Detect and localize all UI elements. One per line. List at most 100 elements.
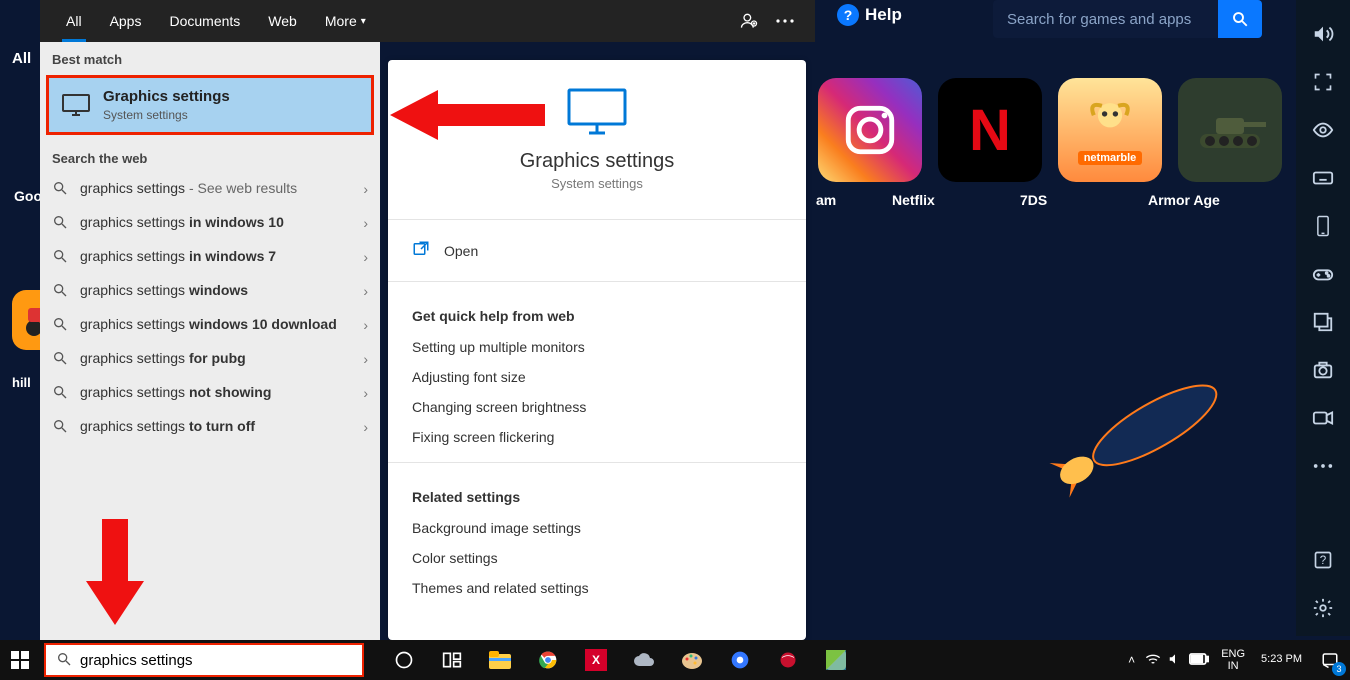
label-best-match: Best match (40, 42, 380, 73)
help-link[interactable]: ? Help (837, 4, 902, 26)
detail-open[interactable]: Open (388, 230, 806, 271)
help-link-3[interactable]: Fixing screen flickering (388, 422, 806, 452)
tray-sound-icon[interactable] (1167, 652, 1183, 669)
tab-all[interactable]: All (52, 0, 96, 42)
help-icon: ? (837, 4, 859, 26)
svg-text:?: ? (1320, 554, 1327, 567)
app-sidebar: ? (1296, 0, 1350, 636)
tb-redball[interactable] (768, 640, 808, 680)
tb-paint[interactable] (672, 640, 712, 680)
tile-netflix[interactable]: N (938, 78, 1042, 182)
tb-chrome[interactable] (528, 640, 568, 680)
web-result-7[interactable]: graphics settings to turn off › (40, 410, 380, 444)
tab-more[interactable]: More▾ (311, 0, 380, 42)
tab-more-label: More (325, 13, 357, 29)
volume-icon[interactable] (1311, 22, 1335, 46)
tray-notifications[interactable]: 3 (1310, 640, 1350, 680)
chevron-right-icon: › (363, 181, 368, 197)
tb-taskview[interactable] (432, 640, 472, 680)
eye-icon[interactable] (1311, 118, 1335, 142)
tab-documents[interactable]: Documents (155, 0, 254, 42)
search-icon (52, 350, 70, 368)
fullscreen-icon[interactable] (1311, 70, 1335, 94)
chevron-right-icon: › (363, 283, 368, 299)
tb-cloud[interactable] (624, 640, 664, 680)
games-search-box[interactable]: Search for games and apps (993, 0, 1218, 38)
help-link-1[interactable]: Adjusting font size (388, 362, 806, 392)
lang-2: IN (1228, 660, 1239, 672)
related-link-0[interactable]: Background image settings (388, 513, 806, 543)
tb-cortana[interactable] (384, 640, 424, 680)
gear-icon[interactable] (1311, 596, 1335, 620)
tile-label-7ds: 7DS (1020, 192, 1047, 208)
question-icon[interactable]: ? (1311, 548, 1335, 572)
rocket-decoration (995, 328, 1265, 556)
camera-icon[interactable] (1311, 358, 1335, 382)
web-result-text: graphics settings not showing (80, 384, 353, 402)
help-link-2[interactable]: Changing screen brightness (388, 392, 806, 422)
chevron-right-icon: › (363, 317, 368, 333)
web-result-1[interactable]: graphics settings in windows 10 › (40, 206, 380, 240)
more-icon[interactable] (1311, 454, 1335, 478)
phone-icon[interactable] (1311, 214, 1335, 238)
ellipsis-icon[interactable] (767, 3, 803, 39)
web-result-text: graphics settings in windows 7 (80, 248, 353, 266)
tab-web[interactable]: Web (254, 0, 311, 42)
games-search-button[interactable] (1218, 0, 1262, 38)
web-result-5[interactable]: graphics settings for pubg › (40, 342, 380, 376)
keyboard-icon[interactable] (1311, 166, 1335, 190)
chevron-right-icon: › (363, 419, 368, 435)
taskbar-search-box[interactable] (44, 643, 364, 677)
related-header: Related settings (388, 473, 806, 513)
web-result-6[interactable]: graphics settings not showing › (40, 376, 380, 410)
search-icon (52, 248, 70, 266)
search-tabs: All Apps Documents Web More▾ (40, 0, 815, 42)
chevron-right-icon: › (363, 215, 368, 231)
web-result-text: graphics settings to turn off (80, 418, 353, 436)
tile-7ds[interactable]: netmarble (1058, 78, 1162, 182)
tray-battery-icon[interactable] (1189, 653, 1209, 668)
install-icon[interactable] (1311, 310, 1335, 334)
chevron-right-icon: › (363, 385, 368, 401)
tray-chevron-icon[interactable]: ˄ (1124, 653, 1139, 667)
related-link-2[interactable]: Themes and related settings (388, 573, 806, 603)
web-result-4[interactable]: graphics settings windows 10 download › (40, 308, 380, 342)
notif-badge: 3 (1332, 662, 1346, 676)
web-result-text: graphics settings for pubg (80, 350, 353, 368)
tray-wifi-icon[interactable] (1145, 652, 1161, 669)
help-link-0[interactable]: Setting up multiple monitors (388, 332, 806, 362)
tile-armor-age[interactable] (1178, 78, 1282, 182)
related-link-1[interactable]: Color settings (388, 543, 806, 573)
tray-clock[interactable]: 5:23 PM (1253, 653, 1310, 666)
tile-label-armor: Armor Age (1148, 192, 1220, 208)
taskbar-search-input[interactable] (80, 652, 352, 669)
system-tray[interactable]: ˄ (1120, 652, 1213, 669)
taskbar: X ˄ ENG IN 5:23 PM 3 (0, 640, 1350, 680)
web-result-2[interactable]: graphics settings in windows 7 › (40, 240, 380, 274)
tb-xapp[interactable]: X (576, 640, 616, 680)
web-result-0[interactable]: graphics settings - See web results › (40, 172, 380, 206)
tb-bluestacks[interactable] (816, 640, 856, 680)
lang-1: ENG (1221, 648, 1245, 660)
label-search-web: Search the web (40, 141, 380, 172)
web-result-3[interactable]: graphics settings windows › (40, 274, 380, 308)
tray-language[interactable]: ENG IN (1213, 648, 1253, 672)
tab-apps[interactable]: Apps (96, 0, 156, 42)
tile-instagram[interactable] (818, 78, 922, 182)
account-icon[interactable] (731, 3, 767, 39)
detail-title: Graphics settings (388, 150, 806, 173)
start-button[interactable] (0, 640, 40, 680)
search-icon (52, 384, 70, 402)
annotation-arrow-2 (80, 515, 150, 630)
category-all-label: All (12, 50, 31, 67)
tb-explorer[interactable] (480, 640, 520, 680)
tile-label-hill: hill (12, 375, 31, 390)
search-icon (52, 214, 70, 232)
best-match-item[interactable]: Graphics settings System settings (46, 75, 374, 135)
help-text: Help (865, 5, 902, 25)
gamepad-icon[interactable] (1311, 262, 1335, 286)
tb-opera[interactable] (720, 640, 760, 680)
annotation-arrow-1 (390, 84, 550, 151)
record-icon[interactable] (1311, 406, 1335, 430)
web-result-text: graphics settings windows (80, 282, 353, 300)
